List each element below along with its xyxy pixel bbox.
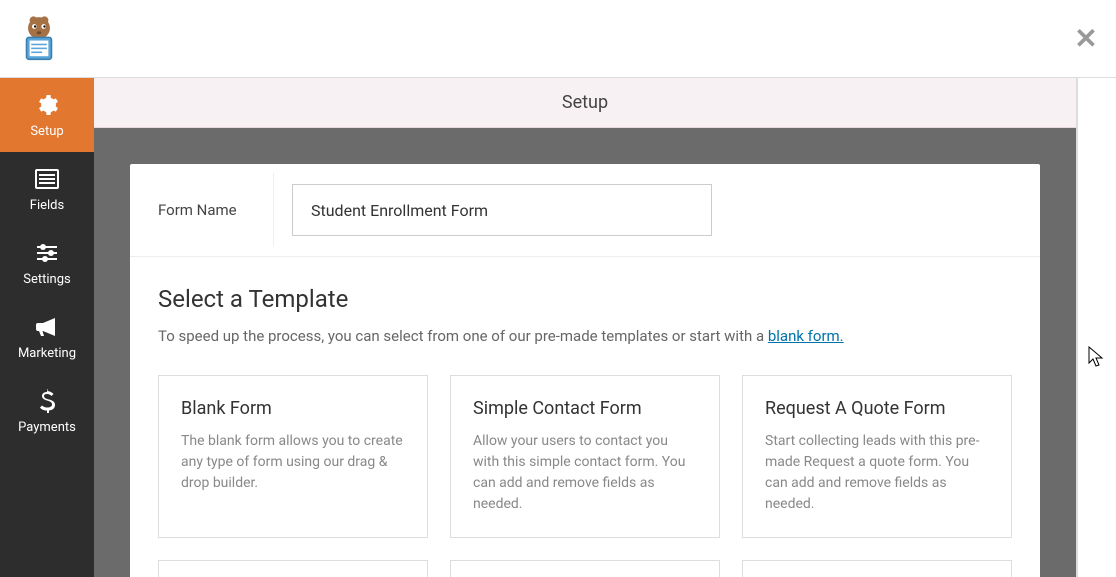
- sliders-icon: [35, 240, 59, 266]
- template-grid: Blank Form The blank form allows you to …: [158, 375, 1012, 577]
- form-name-input[interactable]: [292, 184, 712, 236]
- templates-section: Select a Template To speed up the proces…: [130, 257, 1040, 577]
- templates-heading: Select a Template: [158, 285, 1012, 313]
- wpforms-logo-icon: [14, 14, 64, 64]
- main-area: Setup Form Name Select a Template To spe…: [94, 78, 1076, 577]
- sidebar-item-marketing[interactable]: Marketing: [0, 300, 94, 374]
- template-card-title: Simple Contact Form: [473, 398, 697, 419]
- close-button[interactable]: ✕: [1066, 19, 1106, 59]
- sidebar-item-setup[interactable]: Setup: [0, 78, 94, 152]
- templates-description: To speed up the process, you can select …: [158, 327, 1012, 345]
- gear-icon: [35, 92, 59, 118]
- sidebar-item-label: Settings: [23, 272, 70, 287]
- sidebar-item-settings[interactable]: Settings: [0, 226, 94, 300]
- form-name-label: Form Name: [130, 173, 274, 247]
- template-card-placeholder[interactable]: [450, 560, 720, 577]
- dollar-icon: [39, 388, 55, 414]
- template-card-desc: Allow your users to contact you with thi…: [473, 431, 697, 515]
- template-card-desc: The blank form allows you to create any …: [181, 431, 405, 494]
- template-card-placeholder[interactable]: [742, 560, 1012, 577]
- blank-form-link[interactable]: blank form.: [768, 327, 844, 345]
- sidebar-item-fields[interactable]: Fields: [0, 152, 94, 226]
- template-card-placeholder[interactable]: [158, 560, 428, 577]
- logo: [14, 14, 64, 64]
- template-card-desc: Start collecting leads with this pre-mad…: [765, 431, 989, 515]
- list-icon: [35, 166, 59, 192]
- form-name-row: Form Name: [130, 164, 1040, 257]
- close-icon: ✕: [1074, 22, 1097, 55]
- sidebar-item-payments[interactable]: Payments: [0, 374, 94, 448]
- top-bar: ✕: [0, 0, 1116, 78]
- sidebar-item-label: Marketing: [18, 346, 76, 361]
- right-edge-panel: [1076, 78, 1116, 577]
- setup-panel: Form Name Select a Template To speed up …: [130, 164, 1040, 577]
- sidebar-item-label: Setup: [30, 124, 63, 139]
- template-card-simple-contact[interactable]: Simple Contact Form Allow your users to …: [450, 375, 720, 538]
- sidebar: Setup Fields Settings Marketing: [0, 78, 94, 577]
- page-header: Setup: [94, 78, 1076, 128]
- template-card-title: Blank Form: [181, 398, 405, 419]
- bullhorn-icon: [35, 314, 59, 340]
- sidebar-item-label: Fields: [30, 198, 64, 213]
- template-card-blank[interactable]: Blank Form The blank form allows you to …: [158, 375, 428, 538]
- template-card-title: Request A Quote Form: [765, 398, 989, 419]
- page-title: Setup: [94, 92, 1076, 113]
- template-card-request-quote[interactable]: Request A Quote Form Start collecting le…: [742, 375, 1012, 538]
- sidebar-item-label: Payments: [18, 420, 76, 435]
